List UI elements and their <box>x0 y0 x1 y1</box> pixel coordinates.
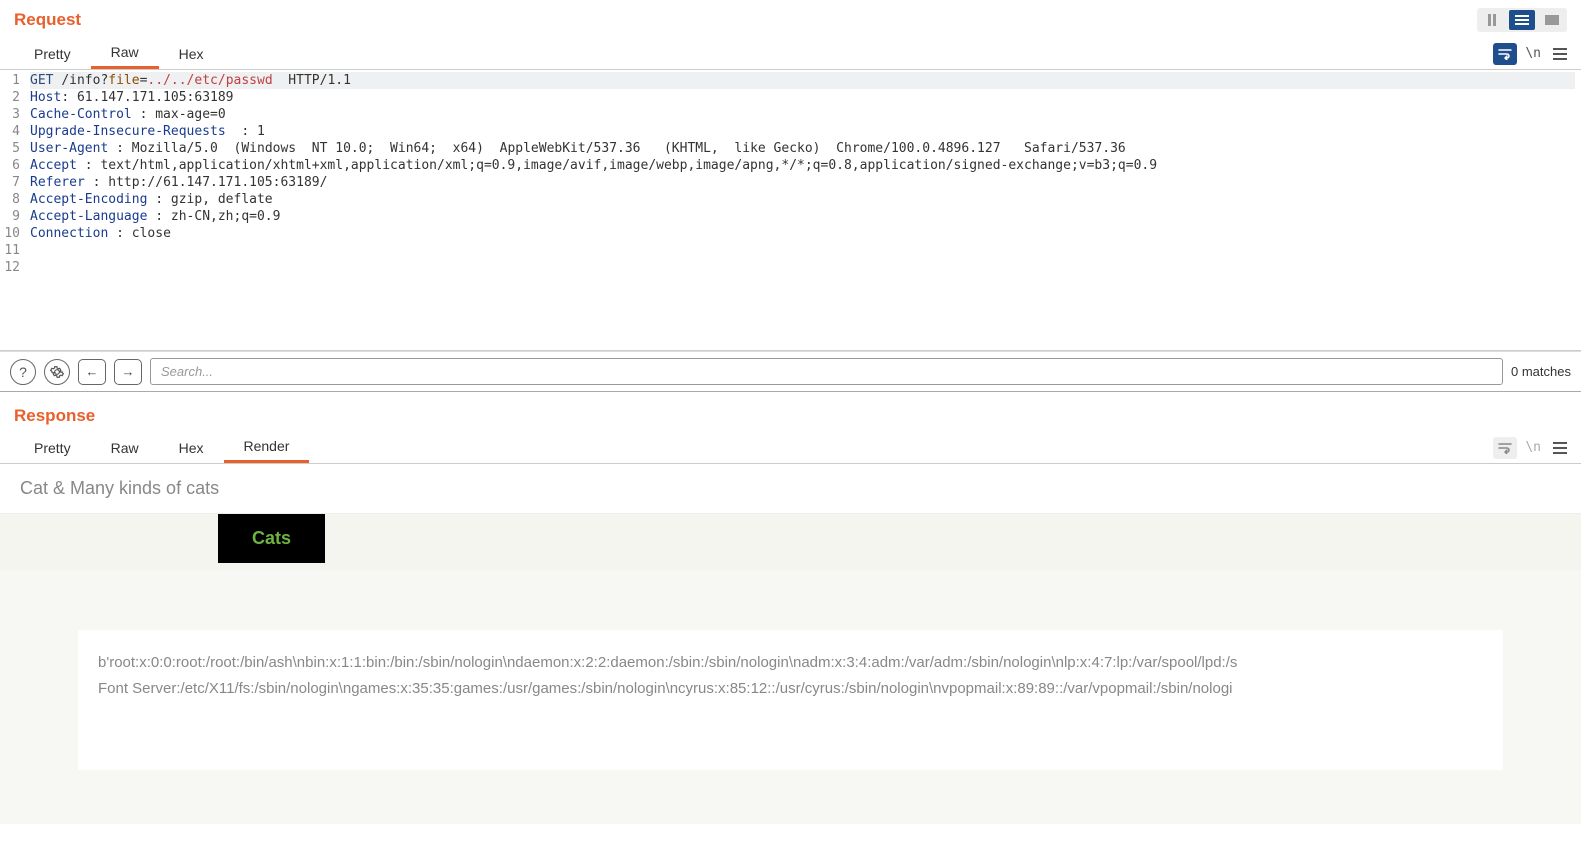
layout-toggle-group <box>1477 8 1567 32</box>
rendered-body: b'root:x:0:0:root:/root:/bin/ash\nbin:x:… <box>78 630 1503 770</box>
wrap-toggle-button[interactable] <box>1493 43 1517 65</box>
tab-resp-render[interactable]: Render <box>224 432 310 463</box>
search-bar: ? ← → 0 matches <box>0 351 1581 392</box>
rendered-page-title: Cat & Many kinds of cats <box>20 478 219 498</box>
rendered-page-header: Cat & Many kinds of cats <box>0 464 1581 514</box>
search-match-count: 0 matches <box>1511 364 1571 379</box>
line-gutter: 123456789101112 <box>0 70 24 350</box>
settings-button[interactable] <box>44 359 70 385</box>
tab-pretty[interactable]: Pretty <box>14 40 91 68</box>
request-tabs: Pretty Raw Hex \n <box>0 38 1581 70</box>
request-code[interactable]: GET /info?file=../../etc/passwd HTTP/1.1… <box>24 70 1581 350</box>
passwd-output-line2: Font Server:/etc/X11/fs:/sbin/nologin\ng… <box>98 676 1483 702</box>
request-title: Request <box>14 10 81 30</box>
gear-icon <box>50 365 64 379</box>
response-menu-button[interactable] <box>1549 438 1571 458</box>
response-title: Response <box>14 406 95 426</box>
response-tab-right: \n <box>1493 437 1571 459</box>
show-newlines-button[interactable]: \n <box>1525 46 1541 61</box>
search-prev-button[interactable]: ← <box>78 359 106 385</box>
request-editor[interactable]: 123456789101112 GET /info?file=../../etc… <box>0 70 1581 350</box>
tab-raw[interactable]: Raw <box>91 38 159 69</box>
search-input[interactable] <box>150 358 1503 385</box>
request-menu-button[interactable] <box>1549 44 1571 64</box>
rendered-nav-band: Cats <box>0 514 1581 570</box>
request-panel: Request Pretty Raw Hex \n 12345678910111… <box>0 0 1581 351</box>
resp-show-newlines-button[interactable]: \n <box>1525 440 1541 455</box>
tab-resp-pretty[interactable]: Pretty <box>14 434 91 462</box>
cats-nav-item[interactable]: Cats <box>218 514 325 563</box>
tab-resp-raw[interactable]: Raw <box>91 434 159 462</box>
request-tab-right: \n <box>1493 43 1571 65</box>
layout-single-button[interactable] <box>1539 10 1565 30</box>
tab-resp-hex[interactable]: Hex <box>159 434 224 462</box>
response-panel: Response Pretty Raw Hex Render \n Cat & … <box>0 392 1581 824</box>
layout-rows-button[interactable] <box>1509 10 1535 30</box>
layout-columns-button[interactable] <box>1479 10 1505 30</box>
response-header: Response <box>0 392 1581 426</box>
resp-wrap-toggle-button[interactable] <box>1493 437 1517 459</box>
passwd-output-line1: b'root:x:0:0:root:/root:/bin/ash\nbin:x:… <box>98 650 1483 676</box>
tab-hex[interactable]: Hex <box>159 40 224 68</box>
response-tabs: Pretty Raw Hex Render \n <box>0 432 1581 464</box>
search-next-button[interactable]: → <box>114 359 142 385</box>
help-button[interactable]: ? <box>10 359 36 385</box>
render-viewport: Cat & Many kinds of cats Cats b'root:x:0… <box>0 464 1581 824</box>
request-header: Request <box>0 0 1581 32</box>
